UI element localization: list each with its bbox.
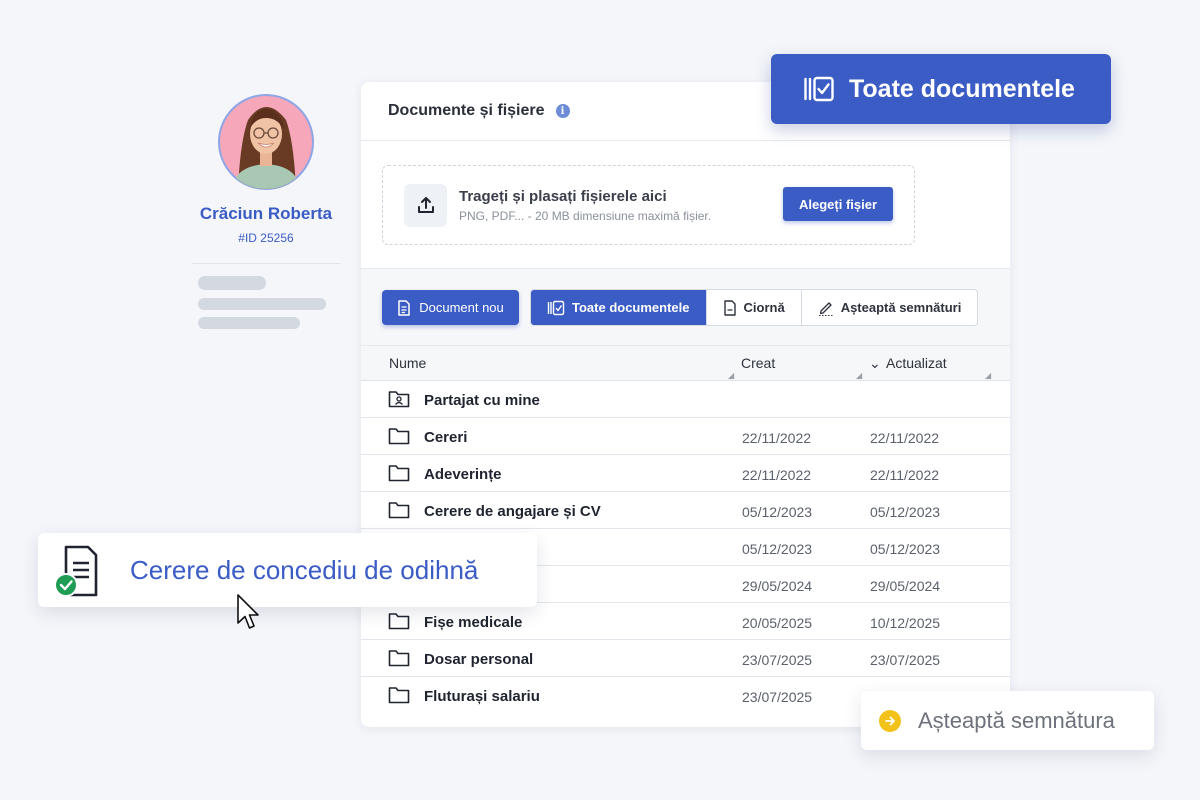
document-icon — [398, 299, 410, 316]
choose-file-button[interactable]: Alegeți fișier — [783, 187, 893, 221]
row-updated: 29/05/2024 — [870, 578, 941, 594]
sort-chevron-down-icon[interactable]: ⌄ — [869, 355, 881, 372]
all-docs-icon — [804, 76, 834, 102]
card-title: Documente și fișiere — [388, 102, 545, 119]
row-created: 29/05/2024 — [742, 578, 813, 594]
profile-panel: Crăciun Roberta #ID 25256 — [192, 80, 340, 329]
table-row[interactable]: Cereri 22/11/2022 22/11/2022 — [361, 418, 1010, 455]
row-updated: 22/11/2022 — [870, 467, 940, 483]
row-name: Cereri — [424, 429, 468, 446]
filter-awaiting-signatures[interactable]: Așteaptă semnături — [800, 290, 978, 325]
dropzone-title: Trageți și plasați fișierele aici — [459, 187, 667, 205]
awaiting-signature-label: Așteaptă semnătura — [918, 707, 1115, 733]
documents-toolbar: Document nou Toate documentele Ciornă Aș… — [361, 269, 1010, 346]
row-name: Dosar personal — [424, 651, 534, 668]
row-created: 05/12/2023 — [742, 504, 813, 520]
filter-draft-label: Ciornă — [743, 300, 785, 315]
new-document-label: Document nou — [419, 300, 504, 315]
folder-icon — [388, 465, 410, 482]
profile-name: Crăciun Roberta — [199, 204, 333, 223]
all-documents-badge-label: Toate documentele — [849, 74, 1075, 103]
row-created: 22/11/2022 — [742, 430, 812, 446]
filter-all-label: Toate documentele — [572, 300, 690, 315]
skeleton-line — [198, 317, 300, 329]
avatar[interactable] — [218, 80, 314, 190]
arrow-right-icon — [879, 709, 901, 732]
resize-handle[interactable]: ◢ — [728, 371, 734, 380]
all-docs-icon — [547, 300, 565, 315]
row-created: 22/11/2022 — [742, 467, 812, 483]
filter-all-documents[interactable]: Toate documentele — [531, 290, 706, 325]
row-updated: 10/12/2025 — [870, 615, 941, 631]
leave-request-label: Cerere de concediu de odihnă — [130, 555, 479, 585]
profile-id: #ID 25256 — [238, 231, 294, 245]
dropzone-subtitle: PNG, PDF... - 20 MB dimensiune maximă fi… — [459, 208, 712, 223]
row-name: Partajat cu mine — [424, 392, 540, 409]
row-created: 05/12/2023 — [742, 541, 813, 557]
row-created: 20/05/2025 — [742, 615, 813, 631]
leave-request-card[interactable]: Cerere de concediu de odihnă — [38, 533, 537, 607]
shared-folder-icon — [388, 391, 410, 408]
folder-icon — [388, 502, 410, 519]
filter-segmented-control: Toate documentele Ciornă Așteaptă semnăt… — [530, 289, 979, 326]
resize-handle[interactable]: ◢ — [985, 371, 991, 380]
row-name: Fișe medicale — [424, 614, 523, 631]
upload-icon — [404, 183, 447, 227]
table-row[interactable]: Dosar personal 23/07/2025 23/07/2025 — [361, 640, 1010, 677]
row-updated: 23/07/2025 — [870, 652, 941, 668]
info-icon[interactable]: i — [555, 104, 570, 118]
row-name: Fluturași salariu — [424, 688, 540, 705]
documents-card: Documente și fișiere i Trageți și plasaț… — [361, 82, 1010, 727]
table-row[interactable]: Adeverințe 22/11/2022 22/11/2022 — [361, 455, 1010, 492]
filter-awaiting-label: Așteaptă semnături — [840, 300, 962, 315]
row-updated: 05/12/2023 — [870, 541, 941, 557]
table-header: Nume ◢ Creat ◢ ⌄ Actualizat ◢ — [361, 346, 1010, 381]
file-dropzone[interactable]: Trageți și plasați fișierele aici PNG, P… — [382, 165, 915, 245]
column-updated[interactable]: Actualizat — [886, 355, 947, 371]
column-created[interactable]: Creat — [741, 355, 775, 371]
folder-icon — [388, 687, 410, 704]
filter-draft[interactable]: Ciornă — [705, 290, 801, 325]
table-row[interactable]: Fișe medicale 20/05/2025 10/12/2025 — [361, 603, 1010, 640]
upload-section: Trageți și plasați fișierele aici PNG, P… — [361, 141, 1010, 269]
table-row[interactable]: Cerere de angajare și CV 05/12/2023 05/1… — [361, 492, 1010, 529]
folder-icon — [388, 613, 410, 630]
folder-icon — [388, 650, 410, 667]
mouse-cursor-icon — [237, 594, 259, 629]
signed-document-icon — [54, 545, 98, 597]
column-name[interactable]: Nume — [389, 355, 426, 371]
new-document-button[interactable]: Document nou — [382, 290, 519, 325]
row-updated: 05/12/2023 — [870, 504, 941, 520]
row-created: 23/07/2025 — [742, 689, 813, 705]
table-row[interactable]: Partajat cu mine — [361, 381, 1010, 418]
row-updated: 22/11/2022 — [870, 430, 940, 446]
draft-icon — [723, 299, 736, 316]
pen-icon — [818, 301, 833, 316]
profile-divider — [192, 263, 340, 264]
person-portrait-icon — [232, 107, 300, 189]
row-name: Adeverințe — [424, 466, 502, 483]
resize-handle[interactable]: ◢ — [856, 371, 862, 380]
row-created: 23/07/2025 — [742, 652, 813, 668]
skeleton-line — [198, 276, 266, 290]
folder-icon — [388, 428, 410, 445]
skeleton-line — [198, 298, 326, 310]
row-name: Cerere de angajare și CV — [424, 503, 601, 520]
awaiting-signature-card[interactable]: Așteaptă semnătura — [861, 691, 1154, 750]
all-documents-badge[interactable]: Toate documentele — [771, 54, 1111, 124]
